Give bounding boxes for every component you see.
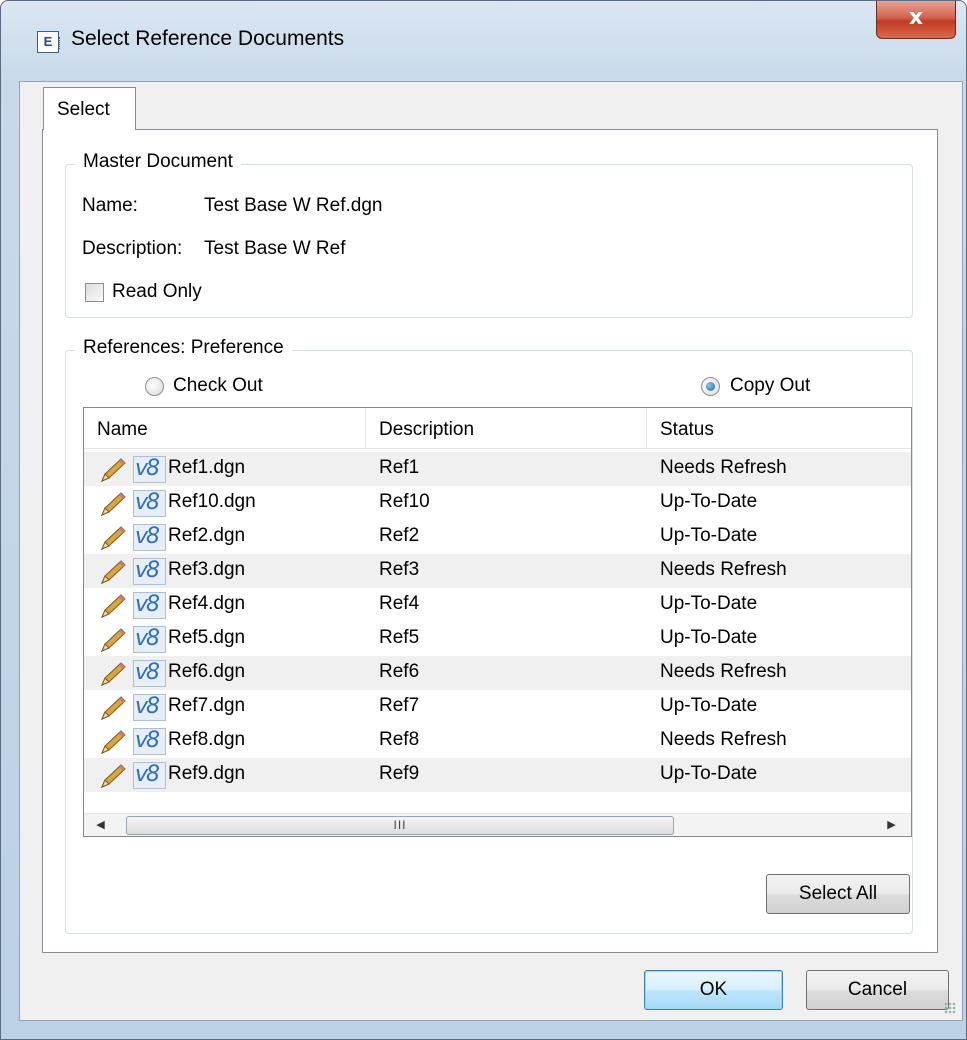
pencil-icon <box>99 559 129 585</box>
v8-file-icon: v8 <box>133 456 166 483</box>
row-description: Ref10 <box>379 491 430 512</box>
document-icon: E <box>37 31 60 53</box>
master-document-group: Master Document Name: Test Base W Ref.dg… <box>65 151 913 318</box>
table-row[interactable]: v8 Ref1.dgn Ref1 Needs Refresh <box>84 452 911 486</box>
pencil-icon <box>99 695 129 721</box>
table-row[interactable]: v8 Ref6.dgn Ref6 Needs Refresh <box>84 656 911 690</box>
title-bar[interactable]: E Select Reference Documents x <box>1 1 966 81</box>
description-value: Test Base W Ref <box>204 238 346 259</box>
dialog-window: E Select Reference Documents x Select Ma… <box>0 0 967 1040</box>
row-description: Ref3 <box>379 559 420 580</box>
select-tab-panel: Master Document Name: Test Base W Ref.dg… <box>42 129 938 953</box>
copy-out-radio[interactable] <box>701 377 720 396</box>
table-row[interactable]: v8 Ref3.dgn Ref3 Needs Refresh <box>84 554 911 588</box>
v8-file-icon: v8 <box>133 592 166 619</box>
table-row[interactable]: v8 Ref10.dgn Ref10 Up-To-Date <box>84 486 911 520</box>
v8-file-icon: v8 <box>133 660 166 687</box>
master-document-legend: Master Document <box>75 151 241 173</box>
row-description: Ref6 <box>379 661 420 682</box>
v8-file-icon: v8 <box>133 694 166 721</box>
window-title: Select Reference Documents <box>71 27 345 50</box>
row-description: Ref1 <box>379 457 420 478</box>
v8-file-icon: v8 <box>133 762 166 789</box>
pencil-icon <box>99 491 129 517</box>
row-description: Ref9 <box>379 763 420 784</box>
pencil-icon <box>99 661 129 687</box>
table-row[interactable]: v8 Ref2.dgn Ref2 Up-To-Date <box>84 520 911 554</box>
row-description: Ref8 <box>379 729 420 750</box>
row-description: Ref4 <box>379 593 420 614</box>
v8-file-icon: v8 <box>133 490 166 517</box>
close-icon: x <box>908 5 924 30</box>
row-status: Up-To-Date <box>660 525 758 546</box>
read-only-label[interactable]: Read Only <box>112 281 202 303</box>
name-value: Test Base W Ref.dgn <box>204 195 383 216</box>
pencil-icon <box>99 627 129 653</box>
v8-file-icon: v8 <box>133 728 166 755</box>
row-status: Up-To-Date <box>660 695 758 716</box>
row-status: Needs Refresh <box>660 457 787 478</box>
arrow-left-icon[interactable]: ◀ <box>89 814 112 836</box>
row-status: Needs Refresh <box>660 559 787 580</box>
row-name: Ref8.dgn <box>168 729 246 750</box>
row-name: Ref6.dgn <box>168 661 246 682</box>
pencil-icon <box>99 593 129 619</box>
row-name: Ref2.dgn <box>168 525 246 546</box>
tab-select[interactable]: Select <box>43 87 136 130</box>
table-row[interactable]: v8 Ref5.dgn Ref5 Up-To-Date <box>84 622 911 656</box>
row-name: Ref1.dgn <box>168 457 246 478</box>
name-label: Name: <box>82 195 138 216</box>
column-header-description[interactable]: Description <box>366 408 647 449</box>
scroll-thumb[interactable]: III <box>126 816 674 835</box>
row-name: Ref7.dgn <box>168 695 246 716</box>
row-description: Ref5 <box>379 627 420 648</box>
row-status: Up-To-Date <box>660 491 758 512</box>
table-row[interactable]: v8 Ref4.dgn Ref4 Up-To-Date <box>84 588 911 622</box>
pencil-icon <box>99 763 129 789</box>
v8-file-icon: v8 <box>133 558 166 585</box>
resize-grip-icon[interactable] <box>944 1002 956 1014</box>
table-row[interactable]: v8 Ref7.dgn Ref7 Up-To-Date <box>84 690 911 724</box>
horizontal-scrollbar[interactable]: ◀ III ▶ <box>84 813 911 836</box>
row-status: Up-To-Date <box>660 593 758 614</box>
row-description: Ref2 <box>379 525 420 546</box>
row-name: Ref10.dgn <box>168 491 256 512</box>
pencil-icon <box>99 525 129 551</box>
row-name: Ref5.dgn <box>168 627 246 648</box>
dialog-client: Select Master Document Name: Test Base W… <box>19 81 963 1021</box>
arrow-right-icon[interactable]: ▶ <box>880 814 903 836</box>
row-status: Needs Refresh <box>660 661 787 682</box>
ok-button[interactable]: OK <box>644 970 783 1010</box>
table-row[interactable]: v8 Ref9.dgn Ref9 Up-To-Date <box>84 758 911 792</box>
description-label: Description: <box>82 238 183 259</box>
check-out-label[interactable]: Check Out <box>173 375 263 397</box>
close-button[interactable]: x <box>876 1 956 39</box>
references-legend: References: Preference <box>75 337 292 359</box>
select-all-button[interactable]: Select All <box>766 874 910 914</box>
table-row[interactable]: v8 Ref8.dgn Ref8 Needs Refresh <box>84 724 911 758</box>
row-name: Ref3.dgn <box>168 559 246 580</box>
column-header-name[interactable]: Name <box>84 408 366 449</box>
row-description: Ref7 <box>379 695 420 716</box>
v8-file-icon: v8 <box>133 626 166 653</box>
check-out-radio[interactable] <box>145 377 164 396</box>
list-header: Name Description Status <box>84 408 911 449</box>
copy-out-label[interactable]: Copy Out <box>730 375 810 397</box>
pencil-icon <box>99 729 129 755</box>
row-name: Ref9.dgn <box>168 763 246 784</box>
references-list[interactable]: Name Description Status v8 Ref1.dgn Ref1 Ne… <box>83 407 912 837</box>
pencil-icon <box>99 457 129 483</box>
row-status: Up-To-Date <box>660 763 758 784</box>
read-only-checkbox[interactable] <box>85 283 104 302</box>
row-name: Ref4.dgn <box>168 593 246 614</box>
v8-file-icon: v8 <box>133 524 166 551</box>
row-status: Needs Refresh <box>660 729 787 750</box>
row-status: Up-To-Date <box>660 627 758 648</box>
column-header-status[interactable]: Status <box>647 408 911 449</box>
cancel-button[interactable]: Cancel <box>806 970 949 1010</box>
